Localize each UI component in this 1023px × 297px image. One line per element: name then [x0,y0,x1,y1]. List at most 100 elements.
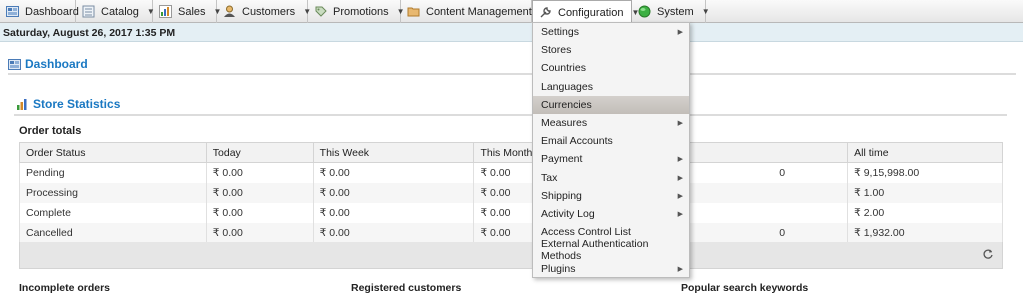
chevron-right-icon: ▶ [677,174,683,182]
nav-sales-label: Sales [178,5,206,18]
table-cell: ₹ 0.00 [312,182,475,203]
menu-item-external-authentication-methods[interactable]: External Authentication Methods [533,238,689,262]
top-nav: Dashboard Catalog ▼ Sales ▼ Customers ▼ … [0,0,1023,24]
order-totals-table: Order Status Today This Week This Month … [19,142,1003,243]
table-cell: ₹ 0.00 [205,182,314,203]
nav-dashboard-label: Dashboard [25,5,79,18]
menu-item-label: Measures [541,117,588,130]
menu-item-label: Shipping [541,189,582,202]
chevron-right-icon: ▶ [677,29,683,37]
menu-item-label: Plugins [541,262,576,275]
current-datetime: Saturday, August 26, 2017 1:35 PM [3,27,176,39]
menu-item-languages[interactable]: Languages [533,78,689,96]
menu-item-label: Currencies [541,98,592,111]
nav-customers[interactable]: Customers ▼ [217,0,311,23]
nav-dashboard[interactable]: Dashboard [0,0,79,23]
store-statistics-text: Store Statistics [33,97,121,111]
column-header[interactable]: This Week [312,142,475,163]
menu-item-label: Email Accounts [541,135,613,148]
menu-item-email-accounts[interactable]: Email Accounts [533,132,689,150]
registered-customers-label: Registered customers [351,282,462,294]
page-title: Dashboard [8,57,88,71]
menu-item-stores[interactable]: Stores [533,41,689,59]
menu-item-payment[interactable]: Payment ▶ [533,150,689,168]
menu-item-shipping[interactable]: Shipping ▶ [533,187,689,205]
table-cell: Complete [19,202,207,223]
table-cell: ₹ 0.00 [205,202,314,223]
order-totals-label: Order totals [19,125,82,137]
menu-item-label: Languages [541,80,593,93]
bar-chart-icon [16,98,29,110]
nav-configuration[interactable]: Configuration ▼ [532,0,639,24]
catalog-icon [82,5,95,18]
nav-configuration-label: Configuration [558,6,624,19]
menu-item-measures[interactable]: Measures ▶ [533,114,689,132]
nav-catalog[interactable]: Catalog ▼ [76,0,155,23]
configuration-dropdown-menu: Settings ▶ Stores Countries Languages Cur… [532,22,690,278]
column-header[interactable]: Order Status [19,142,207,163]
table-footer [19,242,1003,269]
table-cell: ₹ 0.00 [312,222,475,243]
refresh-icon[interactable] [982,248,994,260]
store-statistics-title: Store Statistics [16,97,120,111]
table-row: Cancelled ₹ 0.00 ₹ 0.00 ₹ 0.00 0 ₹ 1,932… [19,222,1003,243]
menu-item-countries[interactable]: Countries [533,59,689,77]
chevron-right-icon: ▶ [677,210,683,218]
incomplete-orders-label: Incomplete orders [19,282,111,294]
nav-system-label: System [657,5,694,18]
popular-search-keywords-label: Popular search keywords [681,282,809,294]
menu-item-tax[interactable]: Tax ▶ [533,169,689,187]
menu-item-label: Countries [541,62,586,75]
nav-content-management-label: Content Management [426,5,532,18]
content-management-icon [407,5,420,18]
chevron-right-icon: ▶ [677,120,683,128]
sales-icon [159,5,172,18]
menu-item-label: Stores [541,44,572,57]
chevron-right-icon: ▶ [677,192,683,200]
menu-item-plugins[interactable]: Plugins ▶ [533,259,689,277]
menu-item-label: Tax [541,171,558,184]
table-cell: Pending [19,162,207,183]
column-header[interactable]: All time [847,142,1003,163]
table-row: Pending ₹ 0.00 ₹ 0.00 ₹ 0.00 0 ₹ 9,15,99… [19,162,1003,183]
table-row: Complete ₹ 0.00 ₹ 0.00 ₹ 0.00 ₹ 2.00 [19,202,1003,223]
table-cell: ₹ 0.00 [205,222,314,243]
menu-item-currencies[interactable]: Currencies [533,95,689,114]
menu-item-label: Access Control List [541,226,631,239]
promotions-icon [314,5,327,18]
chevron-right-icon: ▶ [677,156,683,164]
nav-content-management[interactable]: Content Management ▼ [401,0,548,23]
table-cell: Processing [19,182,207,203]
table-cell: ₹ 9,15,998.00 [847,162,1003,183]
page-title-text: Dashboard [25,57,88,71]
table-cell: ₹ 2.00 [847,202,1003,223]
divider [14,114,1007,116]
chevron-right-icon: ▶ [677,265,683,273]
nav-customers-label: Customers [242,5,296,18]
nav-promotions[interactable]: Promotions ▼ [308,0,405,23]
table-cell: ₹ 1,932.00 [847,222,1003,243]
menu-item-settings[interactable]: Settings ▶ [533,23,689,41]
column-header[interactable]: Today [205,142,314,163]
nav-catalog-label: Catalog [101,5,139,18]
nav-sales[interactable]: Sales ▼ [153,0,221,23]
menu-item-label: Settings [541,26,579,39]
nav-system[interactable]: System ▼ [632,0,710,23]
nav-promotions-label: Promotions [333,5,389,18]
table-cell: Cancelled [19,222,207,243]
menu-item-label: Payment [541,153,583,166]
system-icon [638,5,651,18]
table-cell: ₹ 0.00 [205,162,314,183]
divider [8,73,1016,75]
table-cell: ₹ 0.00 [312,202,475,223]
dashboard-icon [6,5,19,18]
date-bar: Saturday, August 26, 2017 1:35 PM [0,23,1023,42]
menu-item-label: Activity Log [541,207,595,220]
wrench-icon [539,6,552,19]
dashboard-icon [8,58,21,70]
table-header-row: Order Status Today This Week This Month … [19,142,1003,163]
chevron-down-icon: ▼ [701,7,710,16]
table-cell: ₹ 1.00 [847,182,1003,203]
menu-item-activity-log[interactable]: Activity Log ▶ [533,205,689,223]
table-cell: ₹ 0.00 [312,162,475,183]
